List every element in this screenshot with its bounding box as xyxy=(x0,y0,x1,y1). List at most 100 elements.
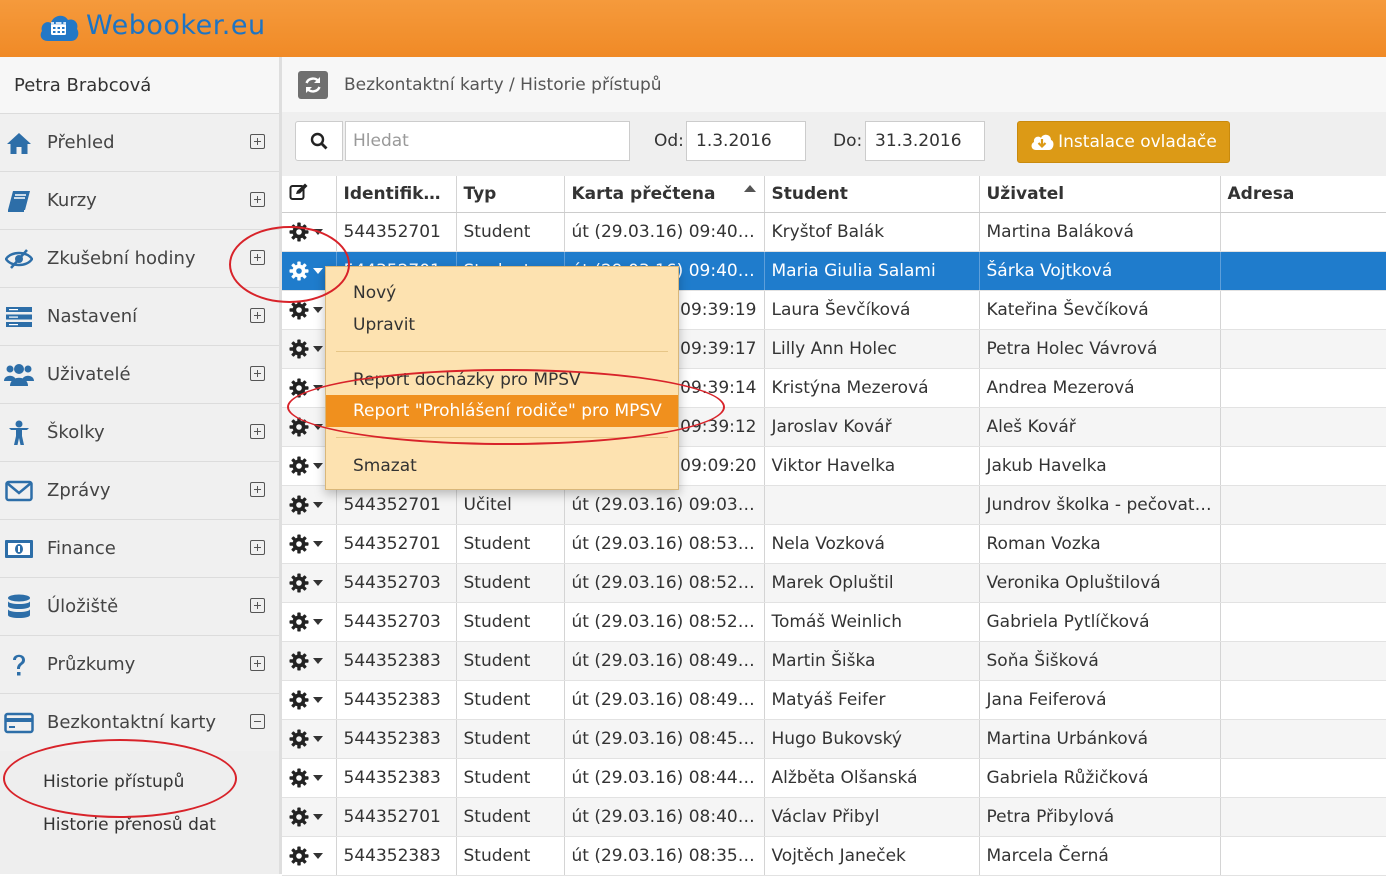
refresh-button[interactable] xyxy=(298,71,328,99)
expand-icon[interactable] xyxy=(250,424,265,439)
table-row[interactable]: 544352701 Student út (29.03.16) 08:40:31 Vá… xyxy=(282,797,1386,837)
row-actions-cell[interactable] xyxy=(282,524,337,564)
sidebar-item-finance[interactable]: Finance xyxy=(0,520,279,578)
row-actions-cell[interactable] xyxy=(282,680,337,720)
row-actions-cell[interactable] xyxy=(282,758,337,798)
cell-student: Nela Vozková xyxy=(764,524,980,564)
row-actions-dropdown[interactable] xyxy=(289,612,329,632)
expand-icon[interactable] xyxy=(250,250,265,265)
column-header-uzivatel[interactable]: Uživatel xyxy=(979,176,1221,213)
table-row[interactable]: 544352383 Student út (29.03.16) 08:44:57 Al… xyxy=(282,758,1386,798)
cell-student: Kristýna Mezerová xyxy=(764,368,980,408)
row-actions-dropdown[interactable] xyxy=(289,846,329,866)
column-header-karta-prectena[interactable]: Karta přečtena xyxy=(564,176,765,213)
expand-icon[interactable] xyxy=(250,308,265,323)
menu-item-report-dochazky[interactable]: Report docházky pro MPSV xyxy=(326,364,678,396)
row-actions-dropdown[interactable] xyxy=(289,300,329,320)
row-actions-dropdown[interactable] xyxy=(289,261,329,281)
sidebar-item-skolky[interactable]: Školky xyxy=(0,404,279,462)
table-row[interactable]: 544352703 Student út (29.03.16) 08:52:35 Ma… xyxy=(282,563,1386,603)
cell-adresa xyxy=(1220,641,1386,681)
caret-down-icon xyxy=(313,346,323,352)
sidebar-item-pruzkumy[interactable]: Průzkumy xyxy=(0,636,279,694)
expand-icon[interactable] xyxy=(250,482,265,497)
sidebar-subitem-historie-pristupu[interactable]: Historie přístupů xyxy=(0,751,279,804)
cell-uzivatel: Andrea Mezerová xyxy=(979,368,1221,408)
row-actions-dropdown[interactable] xyxy=(289,495,329,515)
app-logo[interactable]: Webooker.eu xyxy=(38,6,266,44)
search-input[interactable] xyxy=(345,121,630,161)
sidebar-item-prehled[interactable]: Přehled xyxy=(0,114,279,172)
users-icon xyxy=(4,360,34,390)
install-driver-button[interactable]: Instalace ovladače xyxy=(1017,121,1230,163)
sidebar-item-kurzy[interactable]: Kurzy xyxy=(0,172,279,230)
row-actions-cell[interactable] xyxy=(282,836,337,876)
to-date-input[interactable] xyxy=(865,121,985,161)
cell-identifikacni: 544352701 xyxy=(336,212,457,252)
row-actions-dropdown[interactable] xyxy=(289,651,329,671)
column-header-identifikacni[interactable]: Identifikačn.. xyxy=(336,176,457,213)
table-row[interactable]: 544352701 Student út (29.03.16) 08:53:14 Ne… xyxy=(282,524,1386,564)
row-actions-dropdown[interactable] xyxy=(289,534,329,554)
expand-icon[interactable] xyxy=(250,656,265,671)
row-actions-dropdown[interactable] xyxy=(289,729,329,749)
table-row[interactable]: 544352383 Student út (29.03.16) 08:35:45 Vo… xyxy=(282,836,1386,876)
sidebar-item-uloziste[interactable]: Úložiště xyxy=(0,578,279,636)
collapse-icon[interactable] xyxy=(250,714,265,729)
sidebar-subitem-historie-prenosu[interactable]: Historie přenosů dat xyxy=(0,804,279,847)
menu-item-smazat[interactable]: Smazat xyxy=(326,450,678,482)
table-row[interactable]: 544352383 Student út (29.03.16) 08:49:37 Ma… xyxy=(282,680,1386,720)
cell-karta-prectena: út (29.03.16) 08:40:31 xyxy=(564,797,765,837)
table-row[interactable]: 544352701 Učitel út (29.03.16) 09:03:30 Jun… xyxy=(282,485,1386,525)
table-row[interactable]: 544352383 Student út (29.03.16) 08:45:02 Hu… xyxy=(282,719,1386,759)
sidebar-item-label: Zprávy xyxy=(47,480,111,501)
row-actions-cell[interactable] xyxy=(282,485,337,525)
row-actions-dropdown[interactable] xyxy=(289,690,329,710)
cell-adresa xyxy=(1220,563,1386,603)
sidebar-item-zkusebni-hodiny[interactable]: Zkušební hodiny xyxy=(0,230,279,288)
menu-item-novy[interactable]: Nový xyxy=(326,277,678,309)
sidebar-item-zpravy[interactable]: Zprávy xyxy=(0,462,279,520)
cell-karta-prectena: út (29.03.16) 08:49:40 xyxy=(564,641,765,681)
expand-icon[interactable] xyxy=(250,598,265,613)
caret-down-icon xyxy=(313,697,323,703)
menu-item-upravit[interactable]: Upravit xyxy=(326,309,678,341)
row-actions-dropdown[interactable] xyxy=(289,417,329,437)
row-actions-dropdown[interactable] xyxy=(289,222,329,242)
row-actions-dropdown[interactable] xyxy=(289,807,329,827)
row-actions-dropdown[interactable] xyxy=(289,573,329,593)
search-button[interactable] xyxy=(295,121,343,161)
sidebar-item-nastaveni[interactable]: Nastavení xyxy=(0,288,279,346)
cell-identifikacni: 544352701 xyxy=(336,797,457,837)
user-name[interactable]: Petra Brabcová xyxy=(0,57,279,114)
row-actions-dropdown[interactable] xyxy=(289,768,329,788)
row-actions-dropdown[interactable] xyxy=(289,456,329,476)
sidebar-item-uzivatele[interactable]: Uživatelé xyxy=(0,346,279,404)
row-actions-cell[interactable] xyxy=(282,719,337,759)
expand-icon[interactable] xyxy=(250,366,265,381)
table-row[interactable]: 544352703 Student út (29.03.16) 08:52:34 To… xyxy=(282,602,1386,642)
row-actions-cell[interactable] xyxy=(282,797,337,837)
edit-column-header[interactable] xyxy=(282,176,337,213)
column-header-adresa[interactable]: Adresa xyxy=(1220,176,1386,213)
row-actions-dropdown[interactable] xyxy=(289,339,329,359)
column-header-typ[interactable]: Typ xyxy=(456,176,565,213)
from-date-input[interactable] xyxy=(686,121,806,161)
row-actions-dropdown[interactable] xyxy=(289,378,329,398)
expand-icon[interactable] xyxy=(250,540,265,555)
menu-item-report-prohlaseni[interactable]: Report "Prohlášení rodiče" pro MPSV xyxy=(326,395,678,427)
row-actions-cell[interactable] xyxy=(282,641,337,681)
sidebar-item-bezkontaktni-karty[interactable]: Bezkontaktní karty xyxy=(0,694,279,751)
expand-icon[interactable] xyxy=(250,192,265,207)
cell-uzivatel: Šárka Vojtková xyxy=(979,251,1221,291)
row-actions-cell[interactable] xyxy=(282,602,337,642)
row-actions-cell[interactable] xyxy=(282,212,337,252)
column-header-student[interactable]: Student xyxy=(764,176,980,213)
table-row[interactable]: 544352383 Student út (29.03.16) 08:49:40 Ma… xyxy=(282,641,1386,681)
cell-uzivatel: Aleš Kovář xyxy=(979,407,1221,447)
table-row[interactable]: 544352701 Student út (29.03.16) 09:40:53 Kr… xyxy=(282,212,1386,252)
book-icon xyxy=(4,186,34,216)
row-actions-cell[interactable] xyxy=(282,563,337,603)
cell-identifikacni: 544352703 xyxy=(336,563,457,603)
expand-icon[interactable] xyxy=(250,134,265,149)
